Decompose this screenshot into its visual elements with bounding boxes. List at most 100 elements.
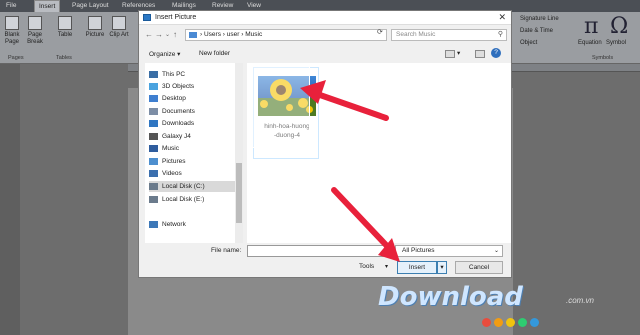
breadcrumb-music[interactable]: Music — [245, 31, 262, 38]
dialog-title: Insert Picture — [155, 14, 197, 21]
scrollbar-thumb[interactable] — [236, 163, 242, 223]
nav-item-label: Downloads — [162, 120, 195, 127]
breadcrumb-user[interactable]: user — [227, 31, 240, 38]
video-icon — [149, 170, 158, 177]
page-break-button[interactable]: Page Break — [24, 16, 46, 46]
watermark-dot — [506, 318, 515, 327]
help-icon[interactable]: ? — [491, 48, 501, 58]
tab-references[interactable]: References — [122, 2, 155, 9]
nav-item[interactable]: Pictures — [149, 156, 235, 167]
disk-icon — [149, 196, 158, 203]
nav-item[interactable]: Desktop — [149, 93, 235, 104]
document-margin — [0, 64, 20, 335]
breadcrumb-users[interactable]: Users — [204, 31, 221, 38]
file-type-select[interactable]: All Pictures ⌄ — [395, 245, 503, 257]
nav-item-label: Local Disk (E:) — [162, 196, 205, 203]
watermark-dot — [518, 318, 527, 327]
nav-item[interactable]: Local Disk (E:) — [149, 194, 235, 205]
nav-item-label: 3D Objects — [162, 83, 195, 90]
nav-item[interactable]: Videos — [149, 168, 235, 179]
page-break-icon — [28, 16, 42, 30]
nav-scrollbar[interactable] — [235, 63, 243, 243]
tools-button[interactable]: Tools — [359, 263, 374, 270]
view-options-icon[interactable] — [445, 50, 455, 58]
insert-button[interactable]: Insert — [397, 261, 437, 274]
picture-icon — [143, 14, 151, 21]
tab-mailings[interactable]: Mailings — [172, 2, 196, 9]
close-icon[interactable]: ✕ — [498, 12, 506, 23]
search-input[interactable]: Search Music ⚲ — [391, 29, 507, 41]
document-icon — [149, 108, 158, 115]
tab-file[interactable]: File — [6, 2, 16, 9]
view-dropdown-icon[interactable]: ▾ — [457, 49, 460, 57]
symbol-label: Symbol — [606, 40, 627, 46]
navigation-pane: This PC 3D Objects Desktop Documents Downloa… — [145, 63, 243, 243]
watermark-dot — [530, 318, 539, 327]
nav-item-label: Network — [162, 221, 186, 228]
tab-page-layout[interactable]: Page Layout — [72, 2, 109, 9]
insert-picture-dialog: Insert Picture ✕ ← → ⌄ ↑ › Users › user … — [138, 10, 512, 278]
nav-item[interactable]: Documents — [149, 106, 235, 117]
nav-item-label: Local Disk (C:) — [162, 183, 205, 190]
network-icon — [149, 221, 158, 228]
file-highlight-frame — [247, 63, 310, 148]
address-bar-row: ← → ⌄ ↑ › Users › user › Music ⟳ Search … — [139, 26, 511, 44]
cancel-button[interactable]: Cancel — [455, 261, 503, 274]
search-placeholder: Search Music — [396, 31, 436, 38]
tab-review[interactable]: Review — [212, 2, 233, 9]
nav-item[interactable]: Local Disk (C:) — [149, 181, 235, 192]
nav-item[interactable]: Galaxy J4 — [149, 131, 235, 142]
nav-item[interactable]: This PC — [149, 69, 235, 80]
picture-icon — [88, 16, 102, 30]
file-name-input[interactable] — [247, 245, 393, 257]
picture-button[interactable]: Picture — [84, 16, 106, 39]
watermark-logo: Download — [378, 282, 523, 312]
equation-icon[interactable]: π — [584, 14, 598, 39]
symbol-icon[interactable]: Ω — [610, 14, 628, 39]
nav-item-label: Desktop — [162, 95, 186, 102]
tab-insert[interactable]: Insert — [34, 0, 61, 12]
download-icon — [149, 120, 158, 127]
table-button[interactable]: Table — [54, 16, 76, 39]
cube-icon — [149, 83, 158, 90]
nav-item[interactable]: Downloads — [149, 118, 235, 129]
organize-button[interactable]: Organize ▾ — [149, 50, 180, 58]
pictures-icon — [149, 158, 158, 165]
chevron-down-icon: ⌄ — [493, 248, 499, 254]
insert-dropdown-button[interactable]: ▾ — [437, 261, 447, 274]
breadcrumb[interactable]: › Users › user › Music — [185, 29, 387, 41]
forward-arrow-icon[interactable]: → — [155, 30, 163, 39]
nav-item[interactable]: Network — [149, 219, 235, 230]
signature-line-button[interactable]: Signature Line — [520, 16, 559, 22]
new-folder-button[interactable]: New folder — [199, 50, 230, 57]
dialog-toolbar: Organize ▾ New folder ▾ ? — [139, 47, 511, 61]
clip-art-button[interactable]: Clip Art — [108, 16, 130, 39]
group-label-pages: Pages — [8, 55, 24, 61]
nav-item[interactable]: 3D Objects — [149, 81, 235, 92]
music-folder-icon — [189, 32, 197, 38]
nav-item-label: This PC — [162, 71, 186, 78]
nav-item-label: Music — [162, 145, 179, 152]
object-button[interactable]: Object — [520, 40, 537, 46]
preview-pane-icon[interactable] — [475, 50, 485, 58]
nav-item-label: Documents — [162, 108, 195, 115]
blank-page-button[interactable]: Blank Page — [2, 16, 22, 46]
dialog-titlebar: Insert Picture ✕ — [139, 11, 511, 25]
up-arrow-icon[interactable]: ↑ — [173, 30, 177, 39]
equation-label: Equation — [578, 40, 602, 46]
dialog-footer: File name: All Pictures ⌄ Tools ▾ Insert… — [139, 245, 511, 279]
date-time-button[interactable]: Date & Time — [520, 28, 553, 34]
desktop-icon — [149, 95, 158, 102]
refresh-icon[interactable]: ⟳ — [377, 28, 383, 36]
recent-locations-icon[interactable]: ⌄ — [165, 31, 170, 38]
clip-art-icon — [112, 16, 126, 30]
tools-dropdown-icon[interactable]: ▾ — [385, 263, 388, 270]
nav-item-label: Videos — [162, 170, 182, 177]
nav-item[interactable]: Music — [149, 143, 235, 154]
nav-item-label: Pictures — [162, 158, 186, 165]
computer-icon — [149, 71, 158, 78]
back-arrow-icon[interactable]: ← — [145, 30, 153, 39]
tab-view[interactable]: View — [247, 2, 261, 9]
music-icon — [149, 145, 158, 152]
file-name-label: File name: — [211, 247, 242, 254]
